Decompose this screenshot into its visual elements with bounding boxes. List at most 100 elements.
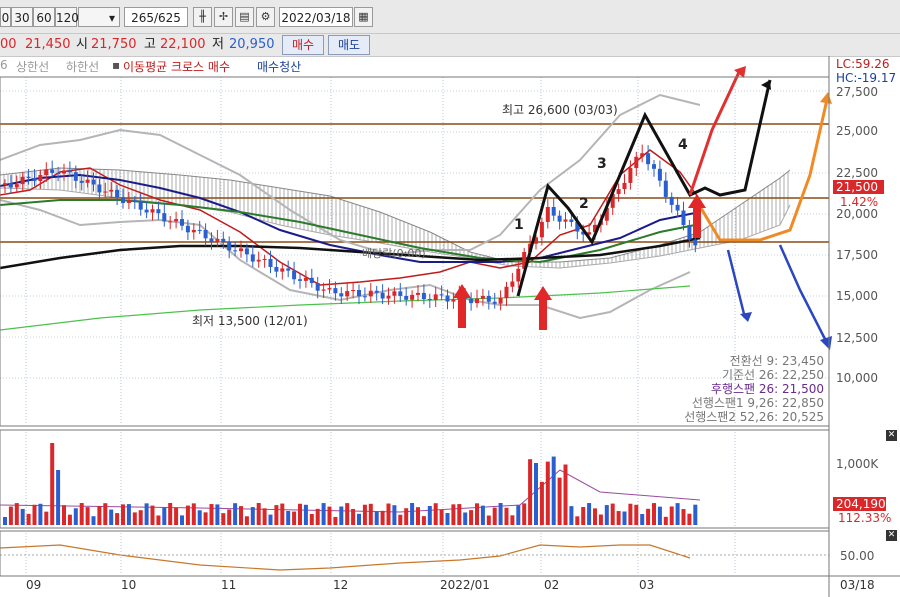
wave-label: 3 — [597, 156, 607, 172]
volume-bar — [404, 508, 409, 525]
volume-bar — [545, 461, 550, 525]
volume-bar — [445, 513, 450, 525]
volume-bar — [67, 514, 72, 525]
candle-body — [38, 175, 43, 181]
candle-body — [32, 177, 37, 181]
wave-label: 2 — [579, 196, 589, 212]
candle-body — [303, 277, 308, 281]
volume-bar — [174, 507, 179, 525]
volume-bar — [138, 510, 143, 525]
x-axis-label: 09 — [26, 578, 42, 592]
close-icon[interactable]: ✕ — [886, 430, 897, 441]
volume-bar — [457, 504, 462, 525]
arrow-head — [820, 336, 832, 350]
candle-body — [404, 295, 409, 300]
volume-bar — [126, 504, 131, 525]
candle-body — [298, 279, 302, 281]
candle-body — [244, 248, 249, 255]
candle-body — [657, 168, 662, 181]
price-tick: 20,000 — [836, 207, 878, 221]
candle-body — [14, 184, 19, 188]
candle-body — [233, 250, 238, 252]
low-annotation: 최저 13,500 (12/01) — [192, 314, 308, 328]
candle-body — [498, 298, 503, 304]
dividend-annotation: 배당락(0:00) — [362, 247, 426, 260]
candle-body — [309, 277, 314, 283]
buy-signal-arrow — [534, 286, 552, 300]
x-axis-label: 12 — [333, 578, 349, 592]
candle-body — [79, 180, 84, 183]
volume-bar — [103, 503, 108, 525]
high-annotation: 최고 26,600 (03/03) — [502, 103, 618, 117]
candle-body — [516, 268, 521, 282]
candle-body — [50, 169, 55, 173]
volume-bar — [357, 513, 361, 525]
volume-bar — [38, 503, 43, 525]
volume-bar — [150, 505, 155, 525]
candle-body — [445, 295, 450, 302]
candle-body — [646, 153, 651, 165]
candle-body — [628, 168, 633, 183]
volume-bar — [85, 507, 90, 525]
volume-bar — [3, 517, 7, 525]
arrow-head — [761, 80, 771, 90]
candle-body — [85, 179, 90, 183]
price-tick: 27,500 — [836, 85, 878, 99]
volume-bar — [504, 507, 509, 525]
candle-body — [268, 258, 273, 268]
candle-body — [427, 299, 432, 301]
candle-body — [8, 183, 13, 188]
candle-body — [197, 229, 202, 231]
volume-bar — [380, 510, 385, 525]
candle-body — [168, 221, 173, 223]
volume-bar — [610, 503, 615, 525]
volume-bar — [410, 503, 415, 525]
candle-body — [144, 209, 149, 213]
wave-label: 1 — [514, 217, 524, 233]
volume-bar — [91, 516, 96, 525]
volume-bar — [132, 512, 137, 525]
volume-bar — [575, 516, 580, 525]
candle-body — [274, 267, 279, 272]
volume-bar — [8, 506, 13, 525]
volume-bar — [185, 505, 190, 525]
volume-bar — [628, 503, 633, 525]
volume-bar — [20, 508, 25, 525]
candle-body — [321, 289, 326, 291]
candle-body — [634, 156, 639, 169]
arrow-head — [740, 312, 752, 322]
candle-body — [469, 298, 474, 304]
candle-body — [239, 248, 243, 252]
candle-body — [345, 291, 350, 297]
candle-body — [486, 295, 491, 302]
x-axis-label: 10 — [121, 578, 137, 592]
volume-bar — [581, 507, 586, 525]
stock-chart[interactable] — [0, 0, 900, 597]
volume-bar — [640, 514, 645, 525]
candle-body — [439, 294, 444, 296]
close-icon[interactable]: ✕ — [886, 530, 897, 541]
volume-bar — [244, 516, 249, 525]
volume-bar — [168, 503, 173, 525]
volume-tick: 1,000K — [836, 457, 879, 471]
volume-bar — [451, 504, 456, 525]
volume-bar — [475, 503, 479, 525]
volume-bar — [50, 443, 55, 525]
volume-bar — [551, 456, 556, 525]
candle-body — [126, 200, 131, 203]
volume-bar — [622, 511, 627, 525]
info-leading-span2: 선행스팬2 52,26: 20,525 — [684, 410, 824, 424]
volume-bar — [162, 507, 167, 525]
candle-body — [475, 298, 479, 304]
volume-bar — [144, 503, 149, 525]
volume-bar — [79, 503, 84, 525]
volume-bar — [598, 514, 603, 525]
candle-body — [227, 241, 232, 251]
volume-bar — [663, 516, 668, 525]
axis-hc-value: HC:-19.17 — [836, 71, 897, 85]
buy-signal-arrow — [539, 298, 547, 330]
candle-body — [215, 238, 220, 243]
candle-body — [333, 288, 338, 294]
candle-body — [557, 215, 562, 222]
volume-bar — [156, 515, 161, 525]
